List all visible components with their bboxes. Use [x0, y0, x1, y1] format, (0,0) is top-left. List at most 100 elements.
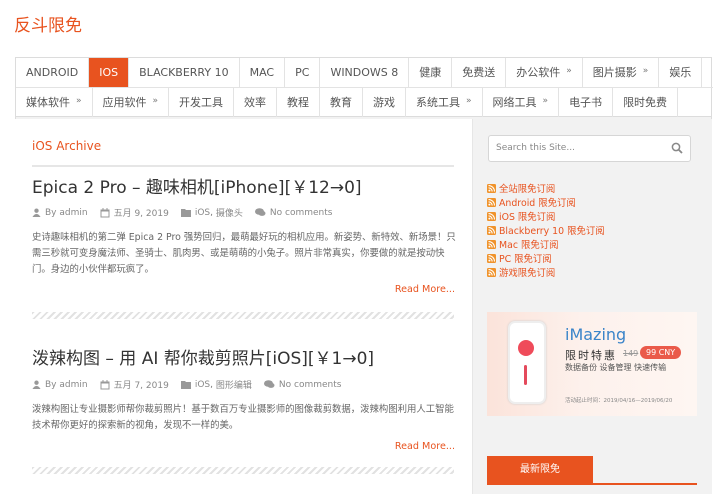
nav-item-label: 健康: [419, 66, 442, 79]
nav-item-label: 免费送: [462, 66, 496, 79]
post-categories: iOS, 图形编辑: [180, 378, 252, 391]
rss-feed-link[interactable]: Mac 限免订阅: [487, 237, 605, 251]
nav-item-label: IOS: [99, 66, 119, 79]
post-title-link[interactable]: Epica 2 Pro – 趣味相机[iPhone][￥12→0]: [32, 173, 362, 198]
post-categories: iOS, 摄像头: [180, 206, 243, 219]
rss-feed-link[interactable]: Android 限免订阅: [487, 195, 605, 209]
nav-item[interactable]: WINDOWS 8: [320, 58, 410, 87]
rss-feed-label: Blackberry 10 限免订阅: [499, 226, 605, 237]
nav-item[interactable]: 免费送: [452, 58, 507, 87]
site-title[interactable]: 反斗限免: [14, 11, 82, 36]
post-meta: By admin 五月 9, 2019 iOS, 摄像头 No comments: [32, 206, 344, 219]
nav-item[interactable]: 健康: [409, 58, 453, 87]
rss-icon: [487, 267, 496, 277]
phone-illustration: [508, 321, 546, 404]
nav-item-label: 游戏: [373, 96, 396, 109]
rss-feed-label: Mac 限免订阅: [499, 240, 559, 251]
nav-item[interactable]: 媒体软件 »: [16, 88, 93, 117]
nav-item[interactable]: 游戏: [363, 88, 407, 117]
rss-feed-list: 全站限免订阅 Android 限免订阅 iOS 限免订阅 Blackberry 10 …: [487, 181, 605, 279]
user-icon: [32, 208, 41, 217]
nav-item-label: 教程: [287, 96, 310, 109]
nav-item-label: 教育: [330, 96, 353, 109]
post-author-link[interactable]: admin: [59, 208, 87, 218]
post-comments[interactable]: No comments: [263, 380, 342, 390]
archive-title: iOS Archive: [32, 139, 102, 153]
submenu-indicator-icon: »: [76, 96, 82, 106]
nav-item-label: 媒体软件: [26, 96, 70, 109]
nav-item-label: MAC: [249, 66, 275, 79]
nav-item[interactable]: 办公软件 »: [506, 58, 583, 87]
search-icon[interactable]: [671, 142, 683, 154]
nav-item-label: 电子书: [569, 96, 603, 109]
nav-item[interactable]: 应用软件 »: [93, 88, 170, 117]
nav-item[interactable]: 电子书: [559, 88, 614, 117]
ad-brand: iMazing: [565, 325, 627, 344]
folder-icon: [180, 209, 191, 217]
ad-tagline: 数据备份 设备管理 快速传输: [565, 363, 667, 372]
ad-date-range: 活动起止时间：2019/04/16—2019/06/20: [565, 398, 673, 404]
nav-item-label: 效率: [244, 96, 267, 109]
imazing-ad-banner[interactable]: iMazing 限时特惠 149 99 CNY 数据备份 设备管理 快速传输 活…: [487, 312, 697, 416]
nav-item[interactable]: 效率: [234, 88, 278, 117]
comments-link[interactable]: No comments: [279, 380, 342, 390]
nav-item[interactable]: PC: [285, 58, 321, 87]
rss-feed-link[interactable]: PC 限免订阅: [487, 251, 605, 265]
category-link[interactable]: 图形编辑: [216, 378, 252, 391]
user-icon: [32, 380, 41, 389]
nav-item[interactable]: 娱乐: [659, 58, 703, 87]
nav-item[interactable]: 教育: [320, 88, 364, 117]
post-excerpt: 史诗趣味相机的第二弹 Epica 2 Pro 强势回归，最萌最好玩的相机应用。新…: [32, 232, 456, 275]
post-author-link[interactable]: admin: [59, 380, 87, 390]
post-comments[interactable]: No comments: [254, 208, 333, 218]
ad-new-price: 99 CNY: [640, 346, 682, 359]
category-link[interactable]: iOS: [195, 380, 210, 390]
read-more-link[interactable]: Read More...: [395, 441, 455, 452]
rss-feed-link[interactable]: 全站限免订阅: [487, 181, 605, 195]
rss-feed-label: 全站限免订阅: [499, 184, 556, 195]
category-link[interactable]: iOS: [195, 208, 210, 218]
nav-item[interactable]: MAC: [240, 58, 286, 87]
nav-item[interactable]: 限时免费: [613, 88, 679, 117]
read-more-link[interactable]: Read More...: [395, 284, 455, 295]
archive-divider: [32, 165, 454, 167]
post-meta: By admin 五月 7, 2019 iOS, 图形编辑 No comment…: [32, 378, 353, 391]
nav-item-label: 应用软件: [102, 96, 147, 109]
rss-feed-label: Android 限免订阅: [499, 198, 576, 209]
nav-item[interactable]: 网络工具 »: [483, 88, 560, 117]
rss-icon: [487, 183, 496, 193]
ad-old-price: 149: [623, 349, 639, 358]
category-link[interactable]: 摄像头: [216, 206, 243, 219]
widget-title-underline: [487, 483, 697, 485]
nav-item[interactable]: 系统工具 »: [406, 88, 483, 117]
post-title-link[interactable]: 泼辣构图 – 用 AI 帮你裁剪照片[iOS][￥1→0]: [32, 344, 374, 369]
comments-link[interactable]: No comments: [270, 208, 333, 218]
nav-item[interactable]: 开发工具: [169, 88, 235, 117]
nav-item[interactable]: 图片摄影 »: [583, 58, 660, 87]
submenu-indicator-icon: »: [642, 66, 649, 76]
rss-feed-link[interactable]: 游戏限免订阅: [487, 265, 605, 279]
rss-feed-label: PC 限免订阅: [499, 254, 552, 265]
widget-title-latest-free: 最新限免: [487, 456, 593, 484]
nav-item[interactable]: 教程: [277, 88, 321, 117]
rss-feed-label: iOS 限免订阅: [499, 212, 556, 223]
nav-item-label: WINDOWS 8: [330, 66, 399, 79]
rss-feed-link[interactable]: iOS 限免订阅: [487, 209, 605, 223]
rss-feed-link[interactable]: Blackberry 10 限免订阅: [487, 223, 605, 237]
search-input[interactable]: Search this Site...: [488, 135, 691, 162]
nav-item[interactable]: IOS: [89, 58, 130, 87]
rss-icon: [487, 197, 496, 207]
post-date: 五月 9, 2019: [100, 206, 169, 219]
category-separator: ,: [210, 379, 213, 390]
submenu-indicator-icon: »: [566, 66, 572, 76]
post-author: By admin: [32, 380, 88, 390]
rss-icon: [487, 225, 496, 235]
post-date-text: 五月 9, 2019: [113, 209, 169, 219]
rss-icon: [487, 239, 496, 249]
nav-item[interactable]: BLACKBERRY 10: [129, 58, 240, 87]
post-divider: [32, 312, 454, 319]
nav-item[interactable]: ANDROID: [16, 58, 90, 87]
content-area: iOS Archive Epica 2 Pro – 趣味相机[iPhone][￥…: [15, 119, 472, 494]
nav-item-label: PC: [295, 66, 310, 79]
calendar-icon: [100, 207, 110, 217]
